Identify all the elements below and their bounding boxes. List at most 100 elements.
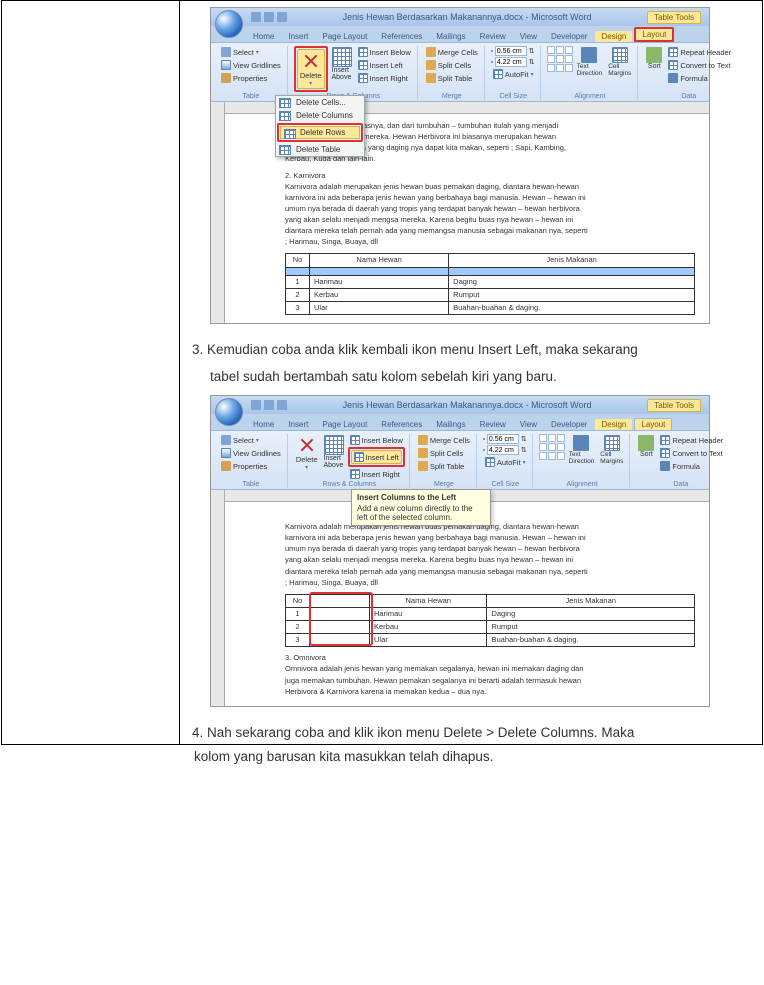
properties-button[interactable]: Properties [219,460,283,472]
alignment-grid[interactable] [539,434,565,460]
redo-icon[interactable] [277,12,287,22]
tab-home[interactable]: Home [247,31,280,42]
insert-above-button[interactable]: Insert Above [330,46,354,82]
tab-page-layout[interactable]: Page Layout [316,31,373,42]
insert-below-button[interactable]: Insert Below [356,46,413,58]
redo-icon[interactable] [277,400,287,410]
tab-layout[interactable]: Layout [634,418,672,430]
merge-cells-icon [418,435,428,445]
tab-layout[interactable]: Layout [634,27,674,42]
properties-icon [221,73,231,83]
autofit-button[interactable]: AutoFit▾ [483,456,528,468]
tab-home[interactable]: Home [247,419,280,430]
table-row[interactable]: 3UlarBuahan-buahan & daging. [286,301,695,314]
convert-text-icon [668,60,678,70]
body-text: karnivora ini ada beberapa jenis hewan y… [285,533,695,543]
delete-columns-icon [279,111,291,121]
tab-design[interactable]: Design [595,419,632,430]
window-title: Jenis Hewan Berdasarkan Makanannya.docx … [287,400,647,410]
table-row[interactable]: 2KerbauRumput [286,288,695,301]
delete-columns-item[interactable]: Delete Columns [276,109,364,122]
tab-mailings[interactable]: Mailings [430,31,471,42]
instruction-step-4-cont: kolom yang barusan kita masukkan telah d… [0,745,764,774]
insert-below-icon [358,47,368,57]
tab-review[interactable]: Review [474,419,512,430]
tab-developer[interactable]: Developer [545,31,593,42]
tab-references[interactable]: References [375,31,428,42]
height-icon [491,50,493,52]
repeat-header-button[interactable]: Repeat Header [658,434,725,446]
office-orb-button[interactable] [215,10,243,38]
split-table-button[interactable]: Split Table [424,72,480,84]
vertical-ruler[interactable] [211,102,225,323]
tab-developer[interactable]: Developer [545,419,593,430]
repeat-header-button[interactable]: Repeat Header [666,46,733,58]
header-jenis: Jenis Makanan [449,254,695,267]
delete-rows-item[interactable]: Delete Rows [280,126,360,139]
col-width-input[interactable]: ⇅ [491,57,536,67]
header-nama: Nama Hewan [370,594,487,607]
new-column-highlight [309,592,373,646]
insert-left-button[interactable]: Insert Left [356,59,413,71]
cell-margins-button[interactable]: Cell Margins [606,46,633,78]
text-direction-button[interactable]: Text Direction [567,434,597,466]
tab-insert[interactable]: Insert [282,419,314,430]
view-gridlines-button[interactable]: View Gridlines [219,59,283,71]
insert-right-button[interactable]: Insert Right [356,72,413,84]
quick-access-toolbar[interactable] [251,400,287,410]
title-bar: Jenis Hewan Berdasarkan Makanannya.docx … [211,8,709,26]
formula-button[interactable]: Formula [666,72,733,84]
split-cells-button[interactable]: Split Cells [416,447,472,459]
tab-review[interactable]: Review [474,31,512,42]
convert-text-button[interactable]: Convert to Text [658,447,725,459]
delete-button[interactable]: Delete▾ [294,434,320,472]
cell-margins-button[interactable]: Cell Margins [598,434,625,466]
title-bar: Jenis Hewan Berdasarkan Makanannya.docx … [211,396,709,414]
document-page[interactable]: Karnivora adalah merupakan jenis hewan b… [225,502,709,706]
merge-cells-button[interactable]: Merge Cells [424,46,480,58]
save-icon[interactable] [251,400,261,410]
select-button[interactable]: Select▾ [219,46,283,58]
convert-text-button[interactable]: Convert to Text [666,59,733,71]
quick-access-toolbar[interactable] [251,12,287,22]
delete-button[interactable]: Delete ▾ [297,49,325,89]
insert-left-button[interactable]: Insert Left [351,450,402,464]
save-icon[interactable] [251,12,261,22]
select-button[interactable]: Select▾ [219,434,283,446]
tab-references[interactable]: References [375,419,428,430]
cell-margins-icon [604,435,620,451]
properties-button[interactable]: Properties [219,72,283,84]
animal-table[interactable]: No Nama Hewan Jenis Makanan 1HarimauDagi… [285,253,695,315]
split-cells-button[interactable]: Split Cells [424,59,480,71]
undo-icon[interactable] [264,400,274,410]
tab-view[interactable]: View [514,31,543,42]
delete-table-item[interactable]: Delete Table [276,143,364,156]
split-table-button[interactable]: Split Table [416,460,472,472]
insert-below-button[interactable]: Insert Below [348,434,405,446]
tab-mailings[interactable]: Mailings [430,419,471,430]
insert-right-button[interactable]: Insert Right [348,468,405,480]
tab-design[interactable]: Design [595,31,632,42]
view-gridlines-button[interactable]: View Gridlines [219,447,283,459]
tab-page-layout[interactable]: Page Layout [316,419,373,430]
formula-button[interactable]: Formula [658,460,725,472]
tab-view[interactable]: View [514,419,543,430]
alignment-grid[interactable] [547,46,573,72]
row-height-input[interactable]: ⇅ [483,434,528,444]
merge-cells-button[interactable]: Merge Cells [416,434,472,446]
text-direction-button[interactable]: Text Direction [575,46,605,78]
autofit-button[interactable]: AutoFit▾ [491,68,536,80]
undo-icon[interactable] [264,12,274,22]
col-width-input[interactable]: ⇅ [483,445,528,455]
delete-cells-item[interactable]: Delete Cells... [276,96,364,109]
tab-insert[interactable]: Insert [282,31,314,42]
insert-above-button[interactable]: Insert Above [322,434,346,470]
row-height-input[interactable]: ⇅ [491,46,536,56]
cell-margins-icon [612,47,628,63]
sort-button[interactable]: Sort [636,434,656,459]
table-row[interactable]: 1HarimauDaging [286,275,695,288]
sort-button[interactable]: Sort [644,46,664,71]
vertical-ruler[interactable] [211,490,225,706]
selected-blank-row[interactable] [286,267,695,275]
office-orb-button[interactable] [215,398,243,426]
